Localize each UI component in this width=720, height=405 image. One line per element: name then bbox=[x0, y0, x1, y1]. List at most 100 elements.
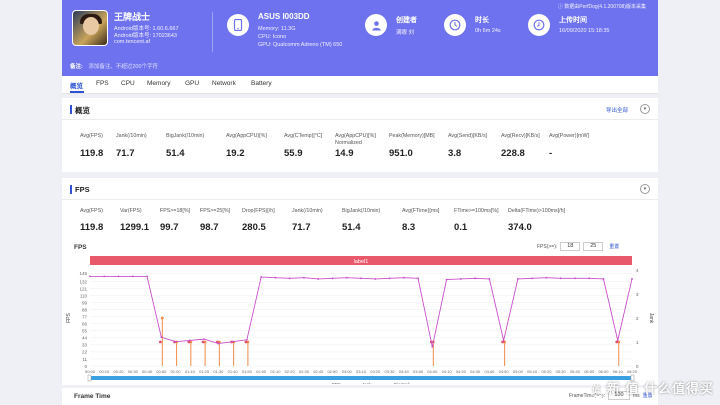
x-tick: 04:40 bbox=[484, 369, 495, 374]
fps-reset-link[interactable]: 重置 bbox=[609, 243, 619, 250]
x-tick: 02:00 bbox=[256, 369, 267, 374]
fps-point bbox=[616, 339, 619, 342]
y-axis-label-right: Jank bbox=[648, 313, 654, 324]
export-all-link[interactable]: 导出全部 bbox=[606, 106, 628, 114]
metric-value: 228.8 bbox=[501, 148, 525, 159]
metric-label: FTime>=100ms[%] bbox=[454, 208, 499, 214]
metric-value: 119.8 bbox=[80, 148, 104, 159]
tab-cpu[interactable]: CPU bbox=[121, 80, 135, 87]
overview-title: 概览 bbox=[75, 106, 90, 115]
metric-value: - bbox=[549, 148, 553, 159]
fps-threshold-a-input[interactable]: 18 bbox=[560, 242, 581, 251]
x-tick: 05:30 bbox=[556, 369, 567, 374]
app-name: 王牌战士 bbox=[114, 12, 151, 22]
collapse-overview-icon[interactable]: ▾ bbox=[640, 104, 650, 114]
fps-threshold-b-input[interactable]: 25 bbox=[583, 242, 604, 251]
y-tick-left: 145 bbox=[79, 271, 87, 276]
x-tick: 04:10 bbox=[442, 369, 453, 374]
x-tick: 05:00 bbox=[513, 369, 524, 374]
x-tick: 01:40 bbox=[228, 369, 239, 374]
fps-point bbox=[602, 278, 605, 280]
fps-filter-label: FPS(>=): bbox=[537, 243, 558, 250]
header-divider bbox=[212, 12, 213, 52]
fps-chart-title: FPS bbox=[74, 244, 87, 251]
x-tick: 06:00 bbox=[598, 369, 609, 374]
frametime-panel: Frame Time FrameTime(>=): 100 ms 重置 bbox=[62, 388, 658, 405]
y-tick-right: 4 bbox=[636, 268, 639, 273]
bigjank-point bbox=[158, 340, 162, 344]
tab-gpu[interactable]: GPU bbox=[185, 80, 199, 87]
x-tick: 01:50 bbox=[242, 369, 253, 374]
metric-value: 0.1 bbox=[454, 222, 468, 233]
y-tick-left: 110 bbox=[80, 293, 88, 298]
x-tick: 04:00 bbox=[427, 369, 438, 374]
upload-time-icon bbox=[528, 14, 550, 36]
watermark-text: 新 值 什么值得买 bbox=[606, 381, 714, 396]
metric-value: 71.7 bbox=[292, 222, 311, 233]
legend-label: BigJank bbox=[394, 382, 411, 384]
overview-panel: 概览 导出全部 ▾ Avg(FPS) 119.8 Jank(/10min) 71.7 B… bbox=[62, 98, 658, 172]
tab-battery[interactable]: Battery bbox=[251, 80, 272, 87]
x-tick: 00:00 bbox=[85, 369, 96, 374]
fps-point bbox=[574, 277, 576, 280]
metric-value: 51.4 bbox=[342, 222, 361, 233]
panel-accent-bar bbox=[70, 185, 72, 194]
fps-point bbox=[545, 276, 548, 279]
metric-label: BigJank(/10min) bbox=[342, 208, 381, 214]
metric-label: Avg(AppCPU)[%] Normalized bbox=[335, 133, 376, 146]
y-tick-left: 88 bbox=[82, 307, 88, 312]
tab-memory[interactable]: Memory bbox=[147, 80, 170, 87]
watermark: 值新 值 什么值得买 bbox=[589, 378, 714, 397]
fps-point bbox=[516, 278, 519, 280]
fps-point bbox=[203, 338, 206, 341]
device-name: ASUS I003DD bbox=[258, 12, 310, 21]
metric-label: Peak(Memory)[MB] bbox=[389, 133, 435, 139]
y-tick-left: 121 bbox=[79, 286, 87, 291]
x-tick: 03:10 bbox=[356, 369, 367, 374]
x-tick: 02:10 bbox=[270, 369, 281, 374]
x-tick: 00:50 bbox=[156, 369, 167, 374]
remark-label: 备注: bbox=[70, 64, 83, 70]
x-tick: 00:40 bbox=[142, 369, 153, 374]
upload-label: 上传时间 bbox=[559, 17, 587, 24]
y-tick-right: 2 bbox=[636, 316, 639, 321]
x-tick: 02:40 bbox=[313, 369, 324, 374]
fps-point bbox=[245, 338, 248, 341]
x-tick: 03:20 bbox=[370, 369, 381, 374]
fps-point bbox=[345, 276, 348, 279]
collapse-fps-icon[interactable]: ▾ bbox=[640, 184, 650, 194]
remark-input[interactable]: 添加备注、不超过200个字符 bbox=[88, 64, 158, 70]
tab-overview[interactable]: 概览 bbox=[70, 80, 83, 90]
fps-point bbox=[417, 277, 419, 280]
y-tick-left: 77 bbox=[82, 315, 88, 320]
y-tick-left: 22 bbox=[82, 350, 88, 355]
fps-point bbox=[474, 277, 477, 280]
tab-network[interactable]: Network bbox=[212, 80, 236, 87]
phone-icon bbox=[227, 14, 249, 36]
x-tick: 00:10 bbox=[99, 369, 110, 374]
metric-value: 3.8 bbox=[448, 148, 462, 159]
metric-value: 99.7 bbox=[160, 222, 179, 233]
frametime-title: Frame Time bbox=[74, 393, 111, 400]
fps-point bbox=[260, 276, 263, 278]
metric-label: Avg(AppCPU)[%] bbox=[226, 133, 267, 139]
fps-title: FPS bbox=[75, 185, 90, 194]
watermark-badge-icon: 值 bbox=[589, 382, 604, 397]
fps-point bbox=[445, 278, 448, 281]
x-tick: 00:20 bbox=[114, 369, 125, 374]
fps-point bbox=[431, 345, 434, 348]
jank-point bbox=[160, 316, 164, 320]
metric-value: 71.7 bbox=[116, 148, 135, 159]
tab-fps[interactable]: FPS bbox=[96, 80, 109, 87]
fps-point bbox=[103, 275, 106, 278]
metric-value: 55.9 bbox=[284, 148, 303, 159]
metric-value: 8.3 bbox=[402, 222, 416, 233]
creator-value: 满眼 刘 bbox=[396, 30, 415, 36]
x-tick: 06:20 bbox=[627, 369, 638, 374]
x-tick: 03:00 bbox=[342, 369, 353, 374]
y-tick-right: 3 bbox=[636, 292, 639, 297]
metric-label: Avg(FTime)[ms] bbox=[402, 208, 440, 214]
fps-point bbox=[459, 278, 462, 280]
fps-chart[interactable]: label10112233445566778899110121132145012… bbox=[62, 256, 658, 384]
remark-row[interactable]: 备注: 添加备注、不超过200个字符 bbox=[70, 62, 158, 70]
